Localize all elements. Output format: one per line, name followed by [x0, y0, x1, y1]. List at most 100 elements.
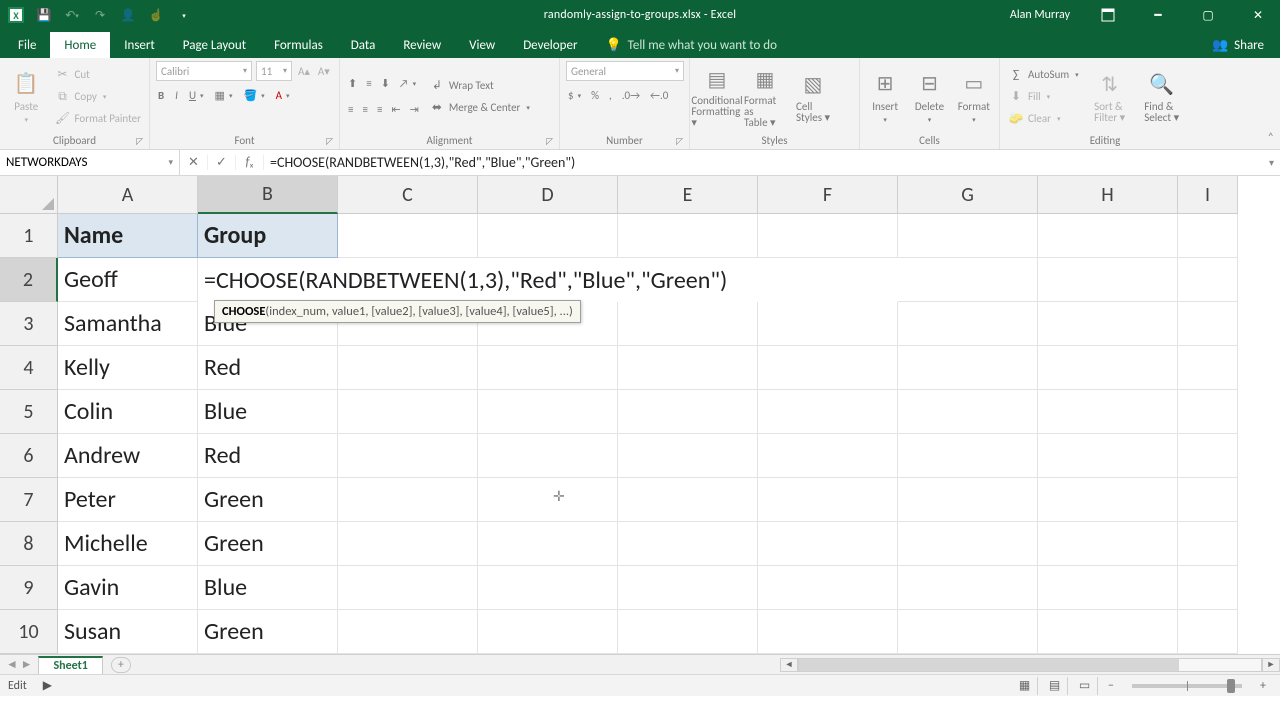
tab-file[interactable]: File [4, 32, 50, 58]
comma-format-button[interactable]: , [607, 85, 614, 105]
cell-E9[interactable] [618, 566, 758, 610]
cell-B2[interactable]: =CHOOSE(RANDBETWEEN(1,3),"Red","Blue","G… [198, 258, 338, 302]
cell-B10[interactable]: Green [198, 610, 338, 654]
col-header-I[interactable]: I [1178, 176, 1238, 214]
font-name-combo[interactable]: Calibri▾ [156, 61, 252, 81]
tell-me-search[interactable]: 💡Tell me what you want to do [597, 33, 785, 58]
name-box[interactable]: NETWORKDAYS▾ [0, 150, 180, 175]
new-sheet-button[interactable]: + [111, 657, 131, 673]
cell-D10[interactable] [478, 610, 618, 654]
align-middle-button[interactable]: ≡ [364, 74, 373, 94]
number-dialog-launcher[interactable]: ◸ [676, 136, 683, 147]
cell-D7[interactable] [478, 478, 618, 522]
italic-button[interactable]: I [173, 85, 180, 105]
cell-A7[interactable]: Peter [58, 478, 198, 522]
cell-D1[interactable] [478, 214, 618, 258]
cell-G2[interactable] [898, 258, 1038, 302]
wrap-text-button[interactable]: ↲Wrap Text [427, 76, 532, 96]
enter-formula-button[interactable]: ✓ [208, 155, 236, 170]
cell-C4[interactable] [338, 346, 478, 390]
scroll-left-arrow[interactable]: ◄ [780, 658, 798, 672]
underline-button[interactable]: U▾ [187, 85, 206, 105]
cell-A6[interactable]: Andrew [58, 434, 198, 478]
cell-B8[interactable]: Green [198, 522, 338, 566]
cell-H10[interactable] [1038, 610, 1178, 654]
cell-B7[interactable]: Green [198, 478, 338, 522]
cell-C9[interactable] [338, 566, 478, 610]
cell-C1[interactable] [338, 214, 478, 258]
cell-F3[interactable] [758, 302, 898, 346]
clear-button[interactable]: 🧽Clear▾ [1006, 109, 1081, 129]
zoom-slider[interactable] [1132, 684, 1242, 688]
cell-edit-overlay[interactable]: =CHOOSE(RANDBETWEEN(1,3),"Red","Blue","G… [198, 258, 898, 302]
cell-H9[interactable] [1038, 566, 1178, 610]
page-layout-view-button[interactable]: ▤ [1042, 677, 1068, 695]
cell-F6[interactable] [758, 434, 898, 478]
row-header-2[interactable]: 2 [0, 258, 58, 302]
cell-E3[interactable] [618, 302, 758, 346]
cell-B6[interactable]: Red [198, 434, 338, 478]
find-select-button[interactable]: 🔍Find &Select ▾ [1139, 71, 1185, 123]
increase-decimal-button[interactable]: .0→ [620, 85, 642, 105]
scroll-right-arrow[interactable]: ► [1262, 658, 1280, 672]
decrease-decimal-button[interactable]: ←.0 [648, 85, 670, 105]
row-header-6[interactable]: 6 [0, 434, 58, 478]
cell-H8[interactable] [1038, 522, 1178, 566]
horizontal-scrollbar[interactable]: ◄ ► [780, 656, 1280, 674]
cell-I1[interactable] [1178, 214, 1238, 258]
row-header-1[interactable]: 1 [0, 214, 58, 258]
cell-styles-button[interactable]: ▧CellStyles ▾ [792, 71, 834, 123]
cell-F4[interactable] [758, 346, 898, 390]
cell-E1[interactable] [618, 214, 758, 258]
cell-H4[interactable] [1038, 346, 1178, 390]
cell-H2[interactable] [1038, 258, 1178, 302]
normal-view-button[interactable]: ▦ [1012, 677, 1038, 695]
tab-home[interactable]: Home [50, 32, 110, 58]
collapse-ribbon-button[interactable]: ˄ [1268, 131, 1274, 145]
cell-A5[interactable]: Colin [58, 390, 198, 434]
cell-D6[interactable] [478, 434, 618, 478]
cell-A3[interactable]: Samantha [58, 302, 198, 346]
grow-font-button[interactable]: A▴ [296, 61, 312, 81]
col-header-C[interactable]: C [338, 176, 478, 214]
paste-button[interactable]: 📋 Paste▾ [6, 70, 47, 124]
percent-format-button[interactable]: % [589, 85, 601, 105]
cell-H7[interactable] [1038, 478, 1178, 522]
cell-G7[interactable] [898, 478, 1038, 522]
cell-H6[interactable] [1038, 434, 1178, 478]
alignment-dialog-launcher[interactable]: ◸ [546, 136, 553, 147]
cell-E10[interactable] [618, 610, 758, 654]
format-cells-button[interactable]: ▭Format▾ [955, 70, 993, 124]
cell-I5[interactable] [1178, 390, 1238, 434]
cell-B5[interactable]: Blue [198, 390, 338, 434]
cell-F9[interactable] [758, 566, 898, 610]
cell-F10[interactable] [758, 610, 898, 654]
cell-H1[interactable] [1038, 214, 1178, 258]
cell-E6[interactable] [618, 434, 758, 478]
cell-E4[interactable] [618, 346, 758, 390]
sort-filter-button[interactable]: ⇅Sort &Filter ▾ [1087, 71, 1133, 123]
cell-D8[interactable] [478, 522, 618, 566]
format-as-table-button[interactable]: ▦Format asTable ▾ [744, 65, 786, 128]
tab-formulas[interactable]: Formulas [260, 32, 337, 58]
col-header-F[interactable]: F [758, 176, 898, 214]
autosum-button[interactable]: ∑AutoSum▾ [1006, 65, 1081, 85]
format-painter-button[interactable]: 🖌Format Painter [53, 109, 143, 129]
conditional-formatting-button[interactable]: ▤ConditionalFormatting ▾ [696, 65, 738, 128]
cancel-formula-button[interactable]: ✕ [180, 155, 208, 170]
row-header-8[interactable]: 8 [0, 522, 58, 566]
tab-data[interactable]: Data [337, 32, 390, 58]
row-header-10[interactable]: 10 [0, 610, 58, 654]
cell-C10[interactable] [338, 610, 478, 654]
fill-color-button[interactable]: 🪣▾ [241, 85, 266, 105]
align-left-button[interactable]: ≡ [346, 100, 355, 120]
zoom-out-button[interactable]: − [1102, 679, 1120, 693]
cell-A4[interactable]: Kelly [58, 346, 198, 390]
cell-G1[interactable] [898, 214, 1038, 258]
font-size-combo[interactable]: 11▾ [256, 61, 292, 81]
row-header-5[interactable]: 5 [0, 390, 58, 434]
insert-cells-button[interactable]: ⊞Insert▾ [866, 70, 904, 124]
col-header-D[interactable]: D [478, 176, 618, 214]
cell-C8[interactable] [338, 522, 478, 566]
sheet-tab-sheet1[interactable]: Sheet1 [38, 656, 102, 674]
